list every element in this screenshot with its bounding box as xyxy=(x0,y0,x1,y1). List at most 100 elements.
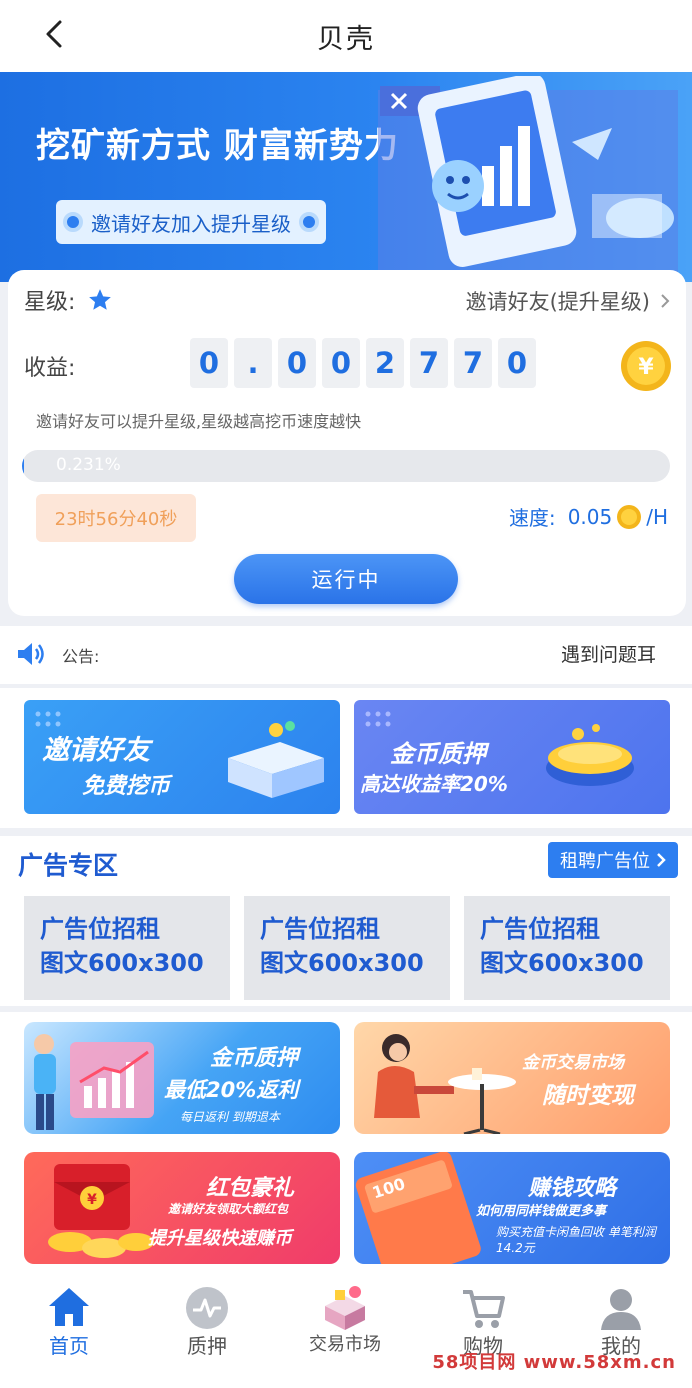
tab-label: 首页 xyxy=(49,1334,89,1358)
home-icon xyxy=(49,1288,89,1326)
income-digit: 2 xyxy=(366,338,404,388)
income-digit: 7 xyxy=(454,338,492,388)
coin-pledge-tile[interactable]: 金币质押 最低20%返利 每日返利 到期退本 xyxy=(24,1022,340,1134)
promo-title: 金币质押 xyxy=(390,740,486,768)
ad-slot-size: 图文600x300 xyxy=(260,949,424,977)
pill-dot-icon xyxy=(63,212,83,232)
coin-pot-illustration-icon xyxy=(546,724,634,786)
red-packet-tile[interactable]: ¥ 红包豪礼 邀请好友领取大额红包 提升星级快速赚币 xyxy=(24,1152,340,1264)
mining-card: 星级: 邀请好友(提升星级) 收益: 0 . 0 0 2 7 7 0 ¥ 邀请好… xyxy=(8,270,686,616)
tab-label: 质押 xyxy=(187,1334,227,1358)
coin-market-tile[interactable]: 金币交易市场 随时变现 xyxy=(354,1022,670,1134)
ad-slot-title: 广告位招租 xyxy=(40,915,160,943)
tile-subtitle: 如何用同样钱做更多事 xyxy=(476,1204,607,1219)
progress-text: 0.231% xyxy=(56,455,121,475)
hero-banner[interactable]: 挖矿新方式 财富新势力 邀请好友加入提升星级 xyxy=(0,72,692,282)
pill-dot-icon xyxy=(299,212,319,232)
income-digit: 7 xyxy=(410,338,448,388)
ad-section-title: 广告专区 xyxy=(18,851,119,880)
income-digit: 0 xyxy=(278,338,316,388)
market-icon xyxy=(325,1286,365,1330)
back-arrow-icon[interactable] xyxy=(38,16,74,52)
gold-coin-icon: ¥ xyxy=(621,341,671,391)
svg-text:¥: ¥ xyxy=(87,1192,97,1208)
income-digit: 0 xyxy=(190,338,228,388)
announcement-text: 遇到问题耳 xyxy=(560,644,656,666)
mining-progress-bar: 0.231% xyxy=(22,450,670,482)
ad-slot-title: 广告位招租 xyxy=(480,915,600,943)
ad-slot[interactable]: 广告位招租 图文600x300 xyxy=(24,896,230,1000)
tab-market[interactable]: 交易市场 xyxy=(276,1274,414,1374)
mining-hint: 邀请好友可以提升星级,星级越高挖币速度越快 xyxy=(36,412,362,431)
svg-text:¥: ¥ xyxy=(638,355,654,380)
ad-slot[interactable]: 广告位招租 图文600x300 xyxy=(464,896,670,1000)
top-bar: 贝壳 xyxy=(0,0,692,72)
recharge-card-illustration-icon: 100 xyxy=(355,1152,481,1264)
rent-ad-slot-button[interactable]: 租聘广告位 xyxy=(548,842,678,878)
ad-slots: 广告位招租 图文600x300 广告位招租 图文600x300 广告位招租 图文… xyxy=(0,888,692,1006)
mining-speed: 速度: 0.05 /H xyxy=(509,502,668,531)
rent-ad-slot-label: 租聘广告位 xyxy=(560,851,650,872)
chevron-right-icon xyxy=(661,294,670,308)
tab-pledge[interactable]: 质押 xyxy=(138,1274,276,1374)
speed-label: 速度: xyxy=(508,506,556,530)
speed-value: 0.05 xyxy=(567,504,613,529)
ad-slot-title: 广告位招租 xyxy=(260,915,380,943)
pulse-icon xyxy=(186,1287,228,1329)
tile-note: 每日返利 到期退本 xyxy=(180,1110,280,1124)
tab-home[interactable]: 首页 xyxy=(0,1274,138,1374)
coin-icon xyxy=(617,504,642,529)
promo-subtitle: 免费挖币 xyxy=(82,774,171,799)
earning-guide-tile[interactable]: 100 赚钱攻略 如何用同样钱做更多事 购买充值卡闲鱼回收 单笔利润14.2元 xyxy=(354,1152,670,1264)
woman-table-illustration-icon xyxy=(374,1034,516,1134)
tile-subtitle: 随时变现 xyxy=(542,1083,634,1109)
announcement-bar[interactable]: 公告: 遇到问题耳 xyxy=(0,626,692,684)
dots-decoration-icon xyxy=(365,711,391,727)
progress-fill xyxy=(22,450,24,482)
person-chart-illustration-icon xyxy=(34,1034,154,1130)
star-icon xyxy=(89,289,112,310)
ad-section-header: 广告专区 租聘广告位 xyxy=(0,836,692,888)
promo-subtitle: 高达收益率20% xyxy=(360,772,508,796)
tile-title: 金币质押 xyxy=(210,1046,299,1071)
ad-slot-size: 图文600x300 xyxy=(480,949,644,977)
promo-title: 邀请好友 xyxy=(42,735,150,766)
banner-pill-text: 邀请好友加入提升星级 xyxy=(91,211,291,236)
star-level-label: 星级: xyxy=(24,290,76,315)
star-level-row: 星级: xyxy=(24,284,113,316)
income-digit: . xyxy=(234,338,272,388)
invite-friends-link[interactable]: 邀请好友(提升星级) xyxy=(466,286,670,316)
income-counter: 0 . 0 0 2 7 7 0 xyxy=(190,338,536,388)
tile-note: 提升星级快速赚币 xyxy=(148,1228,292,1249)
invite-friends-promo[interactable]: 邀请好友 免费挖币 xyxy=(24,700,340,814)
user-icon xyxy=(601,1289,641,1330)
speed-unit: /H xyxy=(646,504,668,529)
shop-illustration-icon xyxy=(228,721,324,798)
coin-pledge-promo[interactable]: 金币质押 高达收益率20% xyxy=(354,700,670,814)
page-title: 贝壳 xyxy=(317,23,375,55)
tile-subtitle: 最低20%返利 xyxy=(164,1078,299,1102)
tile-title: 金币交易市场 xyxy=(522,1053,624,1073)
mining-status-button[interactable]: 运行中 xyxy=(234,554,458,604)
announcement-label: 公告: xyxy=(62,647,100,666)
chevron-right-icon xyxy=(657,853,666,867)
ad-slot-size: 图文600x300 xyxy=(40,949,204,977)
banner-invite-pill[interactable]: 邀请好友加入提升星级 xyxy=(56,200,326,244)
income-label: 收益: xyxy=(24,356,76,381)
phone-chart-illustration-icon xyxy=(378,76,678,276)
tile-note: 购买充值卡闲鱼回收 单笔利润14.2元 xyxy=(496,1225,656,1255)
income-digit: 0 xyxy=(322,338,360,388)
ad-slot[interactable]: 广告位招租 图文600x300 xyxy=(244,896,450,1000)
speaker-icon xyxy=(18,643,44,665)
tile-title: 红包豪礼 xyxy=(206,1176,295,1201)
cart-icon xyxy=(463,1290,505,1328)
tile-title: 赚钱攻略 xyxy=(528,1176,617,1201)
watermark: 58项目网 www.58xm.cn xyxy=(432,1352,676,1373)
income-digit: 0 xyxy=(498,338,536,388)
invite-friends-link-text: 邀请好友(提升星级) xyxy=(465,290,650,314)
tab-label: 交易市场 xyxy=(309,1334,381,1355)
tile-subtitle: 邀请好友领取大额红包 xyxy=(168,1202,289,1216)
bottom-tab-bar: 首页 质押 交易市场 购物 我的 58项目网 www.58xm.cn xyxy=(0,1274,692,1388)
promo-section: 邀请好友 免费挖币 金币质押 高达收益率20% xyxy=(0,688,692,828)
banner-headline: 挖矿新方式 财富新势力 xyxy=(36,126,399,166)
